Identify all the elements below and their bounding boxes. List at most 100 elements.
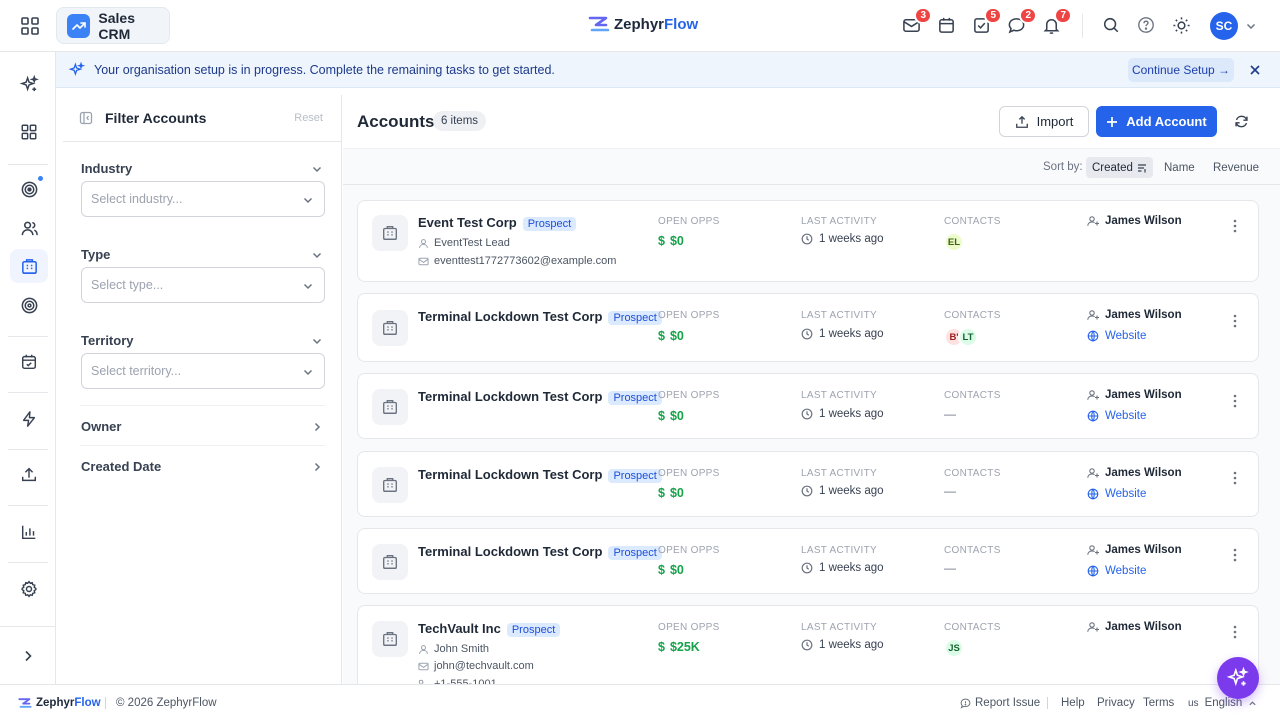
filter-panel: Filter Accounts Reset Industry Select in… xyxy=(63,95,342,684)
close-icon[interactable] xyxy=(1249,64,1261,76)
account-card[interactable]: Event Test Corp Prospect EventTest Lead e… xyxy=(357,200,1259,282)
app-switcher[interactable]: Sales CRM xyxy=(56,7,170,44)
account-name[interactable]: Terminal Lockdown Test Corp xyxy=(418,309,602,324)
app-launcher-icon[interactable] xyxy=(20,16,40,36)
help-link[interactable]: Help xyxy=(1061,697,1085,709)
privacy-link[interactable]: Privacy xyxy=(1097,697,1135,709)
calendar-icon[interactable] xyxy=(937,16,957,36)
account-name[interactable]: Event Test Corp xyxy=(418,215,517,230)
type-label[interactable]: Type xyxy=(81,247,110,262)
user-plus-icon xyxy=(1087,468,1099,478)
opps-amount: $0 xyxy=(669,409,684,423)
sparkle-icon xyxy=(19,74,39,92)
search-icon[interactable] xyxy=(1102,16,1122,36)
more-options-icon[interactable] xyxy=(1230,625,1240,639)
chevron-down-icon[interactable] xyxy=(311,335,323,347)
contact-email[interactable]: john@techvault.com xyxy=(434,660,534,672)
sort-revenue[interactable]: Revenue xyxy=(1207,157,1265,178)
account-name[interactable]: Terminal Lockdown Test Corp xyxy=(418,467,602,482)
nav-tasks[interactable] xyxy=(10,345,48,379)
chevron-down-icon xyxy=(302,280,314,292)
chevron-down-icon[interactable] xyxy=(311,163,323,175)
owner-name: James Wilson xyxy=(1105,544,1182,556)
more-options-icon[interactable] xyxy=(1230,548,1240,562)
account-name[interactable]: Terminal Lockdown Test Corp xyxy=(418,544,602,559)
more-options-icon[interactable] xyxy=(1230,219,1240,233)
territory-label[interactable]: Territory xyxy=(81,333,134,348)
setup-banner: Your organisation setup is in progress. … xyxy=(56,52,1280,88)
website-link[interactable]: Website xyxy=(1087,488,1146,500)
status-badge: Prospect xyxy=(608,546,662,560)
nav-reports[interactable] xyxy=(10,515,48,549)
nav-ai-sparkle[interactable] xyxy=(10,67,48,101)
account-card[interactable]: Terminal Lockdown Test Corp Prospect OPEN… xyxy=(357,451,1259,517)
created-date-filter[interactable]: Created Date xyxy=(80,459,325,479)
more-options-icon[interactable] xyxy=(1230,394,1240,408)
nav-leads[interactable] xyxy=(10,172,48,206)
more-options-icon[interactable] xyxy=(1230,314,1240,328)
chevron-down-icon[interactable] xyxy=(1245,20,1257,32)
nav-accounts[interactable] xyxy=(10,249,48,283)
contact-chip[interactable]: EL xyxy=(944,232,964,252)
sort-created[interactable]: Created xyxy=(1086,157,1153,178)
owner-name: James Wilson xyxy=(1105,389,1182,401)
trending-up-icon xyxy=(67,13,91,38)
open-opps-value: $ $0 xyxy=(658,563,684,577)
language-selector[interactable]: us English xyxy=(1188,697,1257,709)
open-opps-value: $ $0 xyxy=(658,329,684,343)
more-options-icon[interactable] xyxy=(1230,471,1240,485)
account-name[interactable]: TechVault Inc xyxy=(418,621,501,636)
accounts-header: Accounts 6 items Import Add Account xyxy=(343,95,1280,148)
industry-select[interactable]: Select industry... xyxy=(81,181,325,217)
website-link[interactable]: Website xyxy=(1087,410,1146,422)
type-select[interactable]: Select type... xyxy=(81,267,325,303)
continue-setup-button[interactable]: Continue Setup → xyxy=(1128,58,1234,82)
industry-label[interactable]: Industry xyxy=(81,161,132,176)
contact-chip[interactable]: LT xyxy=(958,327,978,347)
terms-link[interactable]: Terms xyxy=(1143,697,1174,709)
territory-placeholder: Select territory... xyxy=(91,364,182,378)
help-icon[interactable] xyxy=(1137,16,1157,36)
chevron-down-icon xyxy=(302,366,314,378)
refresh-icon[interactable] xyxy=(1234,114,1249,129)
account-name[interactable]: Terminal Lockdown Test Corp xyxy=(418,389,602,404)
reset-button[interactable]: Reset xyxy=(294,112,323,124)
nav-settings[interactable] xyxy=(10,572,48,606)
account-card[interactable]: Terminal Lockdown Test Corp Prospect OPEN… xyxy=(357,293,1259,362)
contact-name: EventTest Lead xyxy=(434,237,510,249)
building-icon xyxy=(21,258,37,274)
contact-chip[interactable]: JS xyxy=(944,638,964,658)
expand-sidebar-icon[interactable] xyxy=(20,648,36,664)
collapse-panel-icon[interactable] xyxy=(79,111,93,125)
globe-icon xyxy=(1087,488,1099,500)
nav-dashboard[interactable] xyxy=(10,115,48,149)
account-card[interactable]: Terminal Lockdown Test Corp Prospect OPEN… xyxy=(357,373,1259,439)
territory-select[interactable]: Select territory... xyxy=(81,353,325,389)
col-contacts-label: CONTACTS xyxy=(944,390,1001,401)
owner-filter[interactable]: Owner xyxy=(80,419,325,439)
contact-email[interactable]: eventtest1772773602@example.com xyxy=(434,255,616,267)
account-card[interactable]: Terminal Lockdown Test Corp Prospect OPEN… xyxy=(357,528,1259,594)
chevron-down-icon[interactable] xyxy=(311,249,323,261)
nav-import[interactable] xyxy=(10,458,48,492)
mail-icon[interactable]: 3 xyxy=(902,7,932,36)
add-account-button[interactable]: Add Account xyxy=(1096,106,1217,137)
calendar-check-icon xyxy=(21,354,37,370)
nav-opportunities[interactable] xyxy=(10,288,48,322)
website-link[interactable]: Website xyxy=(1087,565,1146,577)
report-issue-link[interactable]: Report Issue xyxy=(960,697,1040,709)
nav-contacts[interactable] xyxy=(10,211,48,245)
flag-code: us xyxy=(1188,697,1199,709)
website-link[interactable]: Website xyxy=(1087,330,1146,342)
chat-icon[interactable]: 2 xyxy=(1007,7,1037,36)
ai-assistant-button[interactable] xyxy=(1217,657,1259,699)
left-nav xyxy=(0,52,56,684)
nav-automation[interactable] xyxy=(10,402,48,436)
theme-sun-icon[interactable] xyxy=(1172,16,1192,36)
import-button[interactable]: Import xyxy=(999,106,1089,137)
sort-name[interactable]: Name xyxy=(1158,157,1201,178)
tasks-icon[interactable]: 5 xyxy=(972,7,1002,36)
user-avatar[interactable]: SC xyxy=(1210,12,1238,40)
bell-icon[interactable]: 7 xyxy=(1042,7,1072,36)
user-plus-icon xyxy=(1087,310,1099,320)
